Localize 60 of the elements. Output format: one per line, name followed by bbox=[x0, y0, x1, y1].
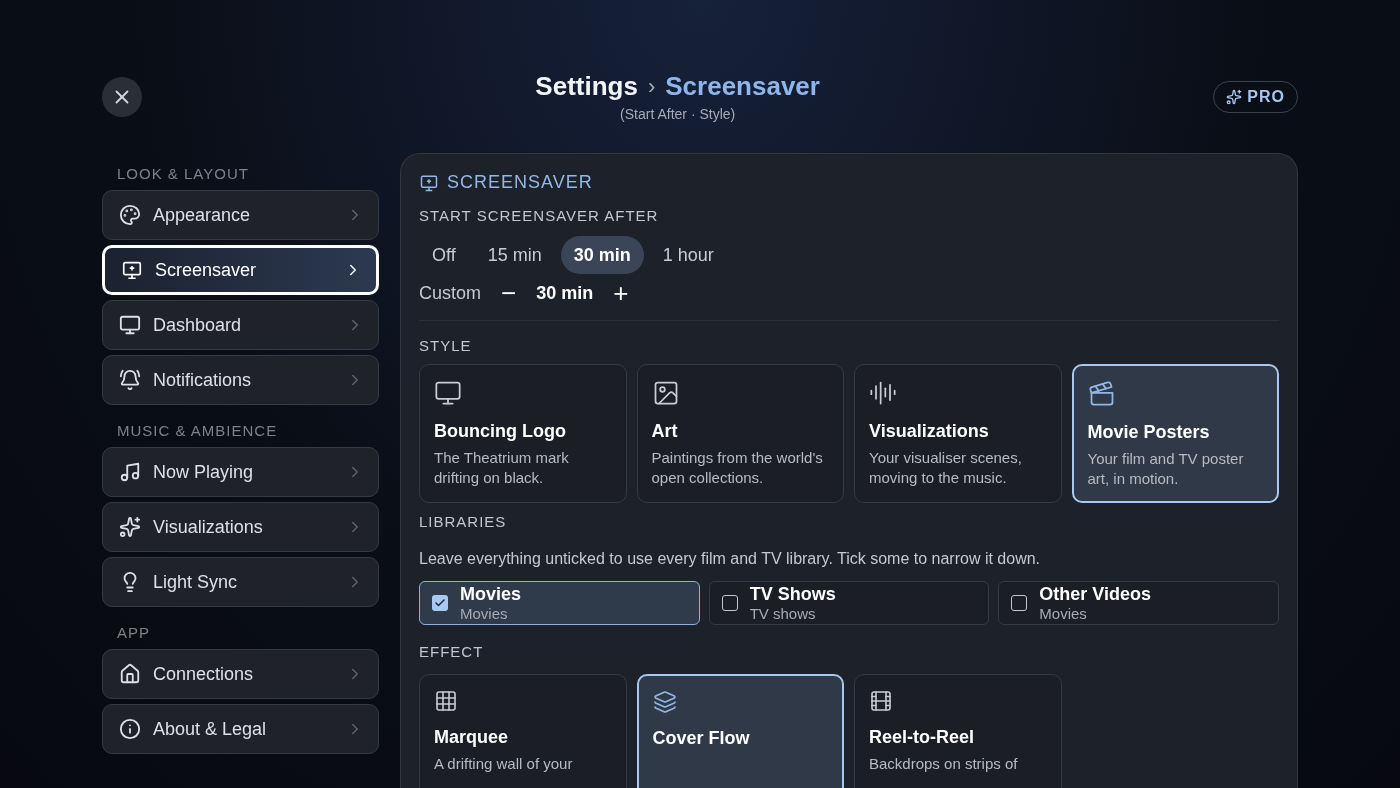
sidebar-item[interactable]: About & Legal bbox=[102, 704, 379, 754]
sidebar-item[interactable]: Notifications bbox=[102, 355, 379, 405]
section-heading: MUSIC & AMBIENCE bbox=[116, 421, 279, 441]
menu-icon bbox=[119, 516, 141, 538]
style-icon bbox=[869, 379, 897, 407]
sidebar-item[interactable]: Screensaver bbox=[102, 245, 379, 295]
menu-icon bbox=[119, 461, 141, 483]
breadcrumb-link[interactable]: Settings bbox=[535, 71, 638, 102]
custom-label: Custom bbox=[419, 282, 481, 304]
menu-icon bbox=[119, 663, 141, 685]
section-label: STYLE bbox=[419, 337, 473, 354]
sparkle-icon bbox=[1226, 88, 1243, 105]
menu-icon bbox=[119, 369, 141, 391]
duration-option[interactable]: 15 min bbox=[474, 236, 555, 274]
effect-icon bbox=[434, 689, 458, 713]
sidebar-item[interactable]: Now Playing bbox=[102, 447, 379, 497]
section-label: EFFECT bbox=[419, 643, 485, 660]
duration-option[interactable]: Off bbox=[419, 236, 469, 274]
checkbox[interactable] bbox=[432, 595, 448, 611]
checkbox[interactable] bbox=[721, 595, 738, 611]
section-heading: APP bbox=[116, 623, 151, 643]
sidebar-item[interactable]: Connections bbox=[102, 649, 379, 699]
custom-value: 30 min bbox=[536, 282, 594, 304]
sidebar-item[interactable]: Light Sync bbox=[102, 557, 379, 607]
sidebar-item[interactable]: Visualizations bbox=[102, 502, 379, 552]
duration-option[interactable]: 30 min bbox=[560, 236, 644, 274]
increment-button[interactable]: + bbox=[607, 280, 635, 306]
style-icon bbox=[1087, 380, 1116, 408]
page-title: Screensaver bbox=[665, 71, 820, 102]
effect-card[interactable]: Marquee A drifting wall of your bbox=[419, 674, 627, 788]
libraries-hint: Leave everything unticked to use every film and TV library. Tick some to narrow it down. bbox=[419, 550, 1042, 568]
library-option[interactable]: Other Videos Movies bbox=[998, 581, 1279, 625]
menu-icon bbox=[119, 314, 141, 336]
library-option[interactable]: Movies Movies bbox=[419, 581, 700, 625]
effect-card[interactable]: Cover Flow bbox=[636, 674, 844, 788]
screen-sparkle-icon bbox=[121, 259, 143, 281]
style-card[interactable]: Art Paintings from the world's open collections. bbox=[636, 364, 844, 503]
check-icon bbox=[434, 597, 446, 609]
section-label: LIBRARIES bbox=[419, 513, 508, 530]
checkbox[interactable] bbox=[1011, 595, 1028, 611]
section-label: START SCREENSAVER AFTER bbox=[419, 207, 660, 224]
sidebar-item[interactable]: Appearance bbox=[102, 190, 379, 240]
sidebar-item[interactable]: Dashboard bbox=[102, 300, 379, 350]
duration-option[interactable]: 1 hour bbox=[649, 236, 727, 274]
library-option[interactable]: TV Shows TV shows bbox=[708, 581, 990, 625]
style-card[interactable]: Visualizations Your visualiser scenes, moving to the music. bbox=[854, 364, 1062, 503]
panel-title: SCREENSAVER bbox=[447, 172, 593, 193]
page-subtitle: (Start After · Style) bbox=[620, 106, 736, 122]
style-icon bbox=[434, 379, 462, 407]
breadcrumb-separator: › bbox=[647, 73, 656, 100]
section-heading: LOOK & LAYOUT bbox=[116, 164, 250, 184]
menu-icon bbox=[119, 204, 141, 226]
close-button[interactable] bbox=[102, 76, 142, 117]
effect-icon bbox=[869, 689, 893, 713]
style-card[interactable]: Movie Posters Your film and TV poster art, in motion. bbox=[1071, 364, 1279, 503]
menu-icon bbox=[119, 718, 141, 740]
style-card[interactable]: Bouncing Logo The Theatrium mark drifting on black. bbox=[419, 364, 627, 503]
effect-icon bbox=[652, 690, 677, 714]
effect-card[interactable]: Reel-to-Reel Backdrops on strips of bbox=[854, 674, 1062, 788]
decrement-button[interactable]: − bbox=[495, 280, 523, 306]
